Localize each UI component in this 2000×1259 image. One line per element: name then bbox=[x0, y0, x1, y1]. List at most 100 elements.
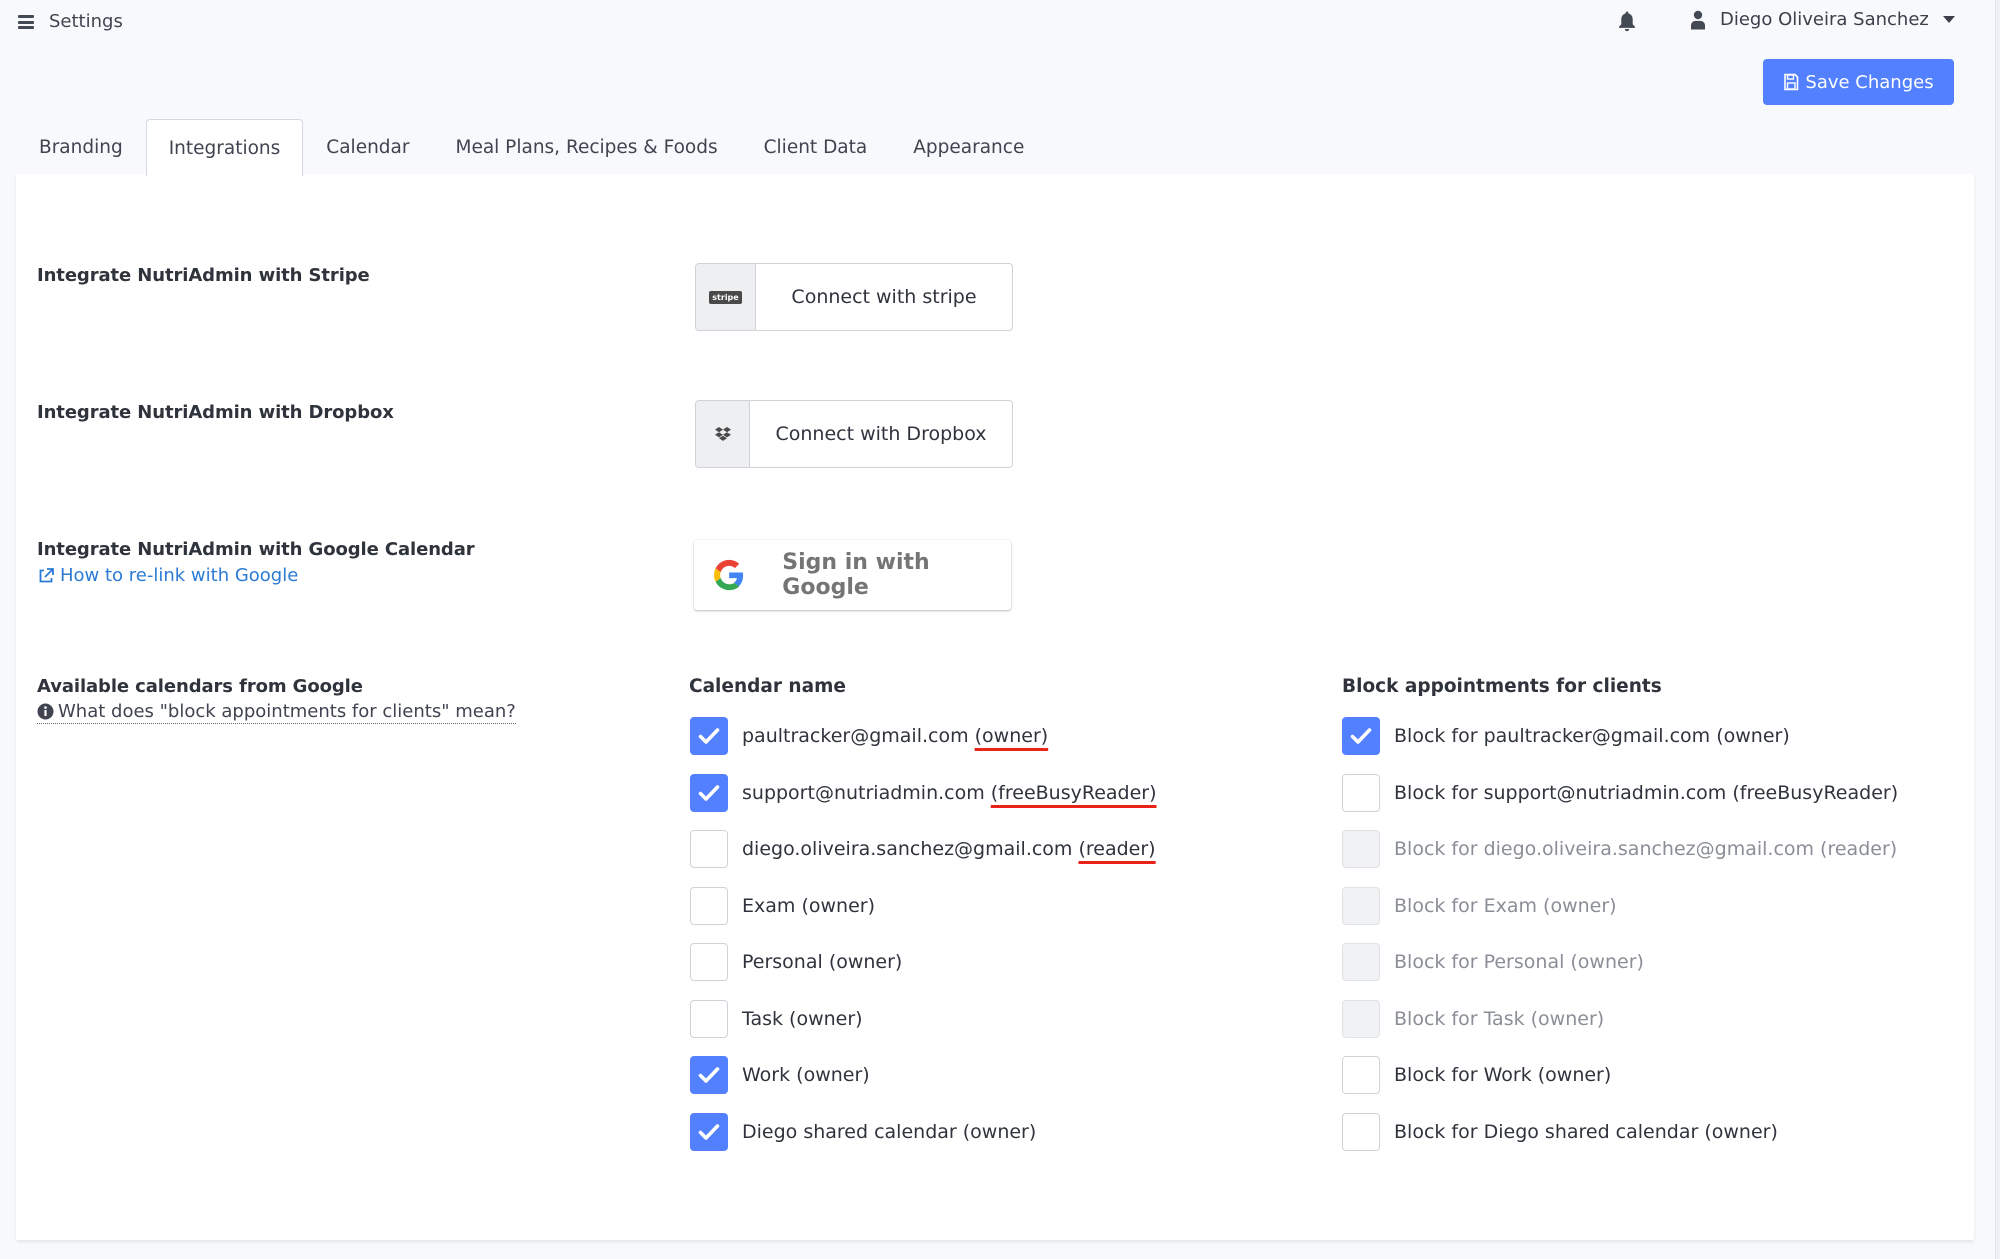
sign-in-with-google-label: Sign in with Google bbox=[782, 550, 930, 600]
block-row-work[interactable]: Block for Work (owner) bbox=[1342, 1056, 1611, 1094]
calendar-name: Task bbox=[742, 1008, 790, 1030]
checkmark-icon bbox=[698, 785, 720, 801]
checkmark-icon bbox=[698, 728, 720, 744]
calendar-row-paultracker-gmail-com[interactable]: paultracker@gmail.com (owner) bbox=[690, 717, 1048, 755]
tab-calendar[interactable]: Calendar bbox=[303, 119, 432, 175]
tab-meal-plans-recipes-foods[interactable]: Meal Plans, Recipes & Foods bbox=[432, 119, 740, 175]
calendar-name-header: Calendar name bbox=[689, 676, 846, 697]
tab-integrations[interactable]: Integrations bbox=[145, 119, 304, 176]
dropbox-logo-icon bbox=[714, 427, 731, 441]
settings-tabs: Branding Integrations Calendar Meal Plan… bbox=[16, 119, 1047, 176]
tab-branding[interactable]: Branding bbox=[16, 119, 146, 175]
calendar-name: Personal bbox=[742, 951, 829, 973]
calendar-checkbox[interactable] bbox=[690, 1056, 728, 1094]
user-name: Diego Oliveira Sanchez bbox=[1720, 9, 1929, 30]
dropbox-section-label: Integrate NutriAdmin with Dropbox bbox=[37, 402, 394, 423]
block-appointments-checkbox[interactable] bbox=[1342, 717, 1380, 755]
calendar-row-work[interactable]: Work (owner) bbox=[690, 1056, 870, 1094]
block-appointments-label: Block for diego.oliveira.sanchez@gmail.c… bbox=[1394, 838, 1898, 860]
block-appointments-label: Block for Diego shared calendar (owner) bbox=[1394, 1121, 1778, 1143]
calendar-role: (owner) bbox=[828, 951, 903, 973]
calendar-name: diego.oliveira.sanchez@gmail.com bbox=[742, 838, 1079, 860]
checkmark-icon bbox=[1350, 728, 1372, 744]
top-bar: Settings Diego Oliveira Sanchez bbox=[0, 0, 1995, 44]
save-changes-label: Save Changes bbox=[1805, 71, 1934, 93]
calendar-name-label: support@nutriadmin.com (freeBusyReader) bbox=[742, 782, 1157, 804]
connect-dropbox-button[interactable]: Connect with Dropbox bbox=[695, 400, 1013, 468]
block-row-exam: Block for Exam (owner) bbox=[1342, 887, 1617, 925]
block-row-personal: Block for Personal (owner) bbox=[1342, 943, 1644, 981]
stripe-section-label: Integrate NutriAdmin with Stripe bbox=[37, 265, 370, 286]
calendar-name: support@nutriadmin.com bbox=[742, 782, 991, 804]
calendar-checkbox[interactable] bbox=[690, 943, 728, 981]
calendar-checkbox[interactable] bbox=[690, 1113, 728, 1151]
calendar-role: (reader) bbox=[1078, 838, 1156, 860]
relink-google-label: How to re-link with Google bbox=[60, 565, 299, 586]
block-appointments-checkbox[interactable] bbox=[1342, 1113, 1380, 1151]
calendar-row-support-nutriadmin-com[interactable]: support@nutriadmin.com (freeBusyReader) bbox=[690, 774, 1157, 812]
block-appointments-label: Block for Task (owner) bbox=[1394, 1008, 1605, 1030]
calendar-row-personal[interactable]: Personal (owner) bbox=[690, 943, 902, 981]
calendar-role: (owner) bbox=[962, 1121, 1037, 1143]
calendar-role: (owner) bbox=[974, 725, 1049, 747]
notification-bell-icon[interactable] bbox=[1617, 10, 1637, 32]
block-appointments-help-link[interactable]: What does "block appointments for client… bbox=[37, 701, 516, 724]
block-appointments-label: Block for support@nutriadmin.com (freeBu… bbox=[1394, 782, 1899, 804]
calendar-checkbox[interactable] bbox=[690, 830, 728, 868]
user-icon bbox=[1691, 10, 1705, 29]
hamburger-menu-icon[interactable] bbox=[18, 15, 34, 29]
page-scrollbar[interactable] bbox=[1995, 0, 2000, 1259]
sign-in-with-google-button[interactable]: Sign in with Google bbox=[694, 540, 1011, 610]
block-appointments-checkbox[interactable] bbox=[1342, 774, 1380, 812]
floppy-disk-icon bbox=[1784, 73, 1799, 91]
calendar-name-label: paultracker@gmail.com (owner) bbox=[742, 725, 1048, 747]
calendar-checkbox[interactable] bbox=[690, 887, 728, 925]
block-appointments-label: Block for Work (owner) bbox=[1394, 1064, 1612, 1086]
block-appointments-checkbox bbox=[1342, 887, 1380, 925]
info-circle-icon bbox=[37, 703, 54, 720]
calendar-name-label: Task (owner) bbox=[742, 1008, 863, 1030]
calendar-checkbox[interactable] bbox=[690, 774, 728, 812]
calendar-row-diego-oliveira-sanchez-gmail-com[interactable]: diego.oliveira.sanchez@gmail.com (reader… bbox=[690, 830, 1156, 868]
calendar-name-label: Personal (owner) bbox=[742, 951, 902, 973]
calendar-row-task[interactable]: Task (owner) bbox=[690, 1000, 863, 1038]
block-appointments-checkbox[interactable] bbox=[1342, 1056, 1380, 1094]
calendar-name-label: Exam (owner) bbox=[742, 895, 875, 917]
connect-stripe-button[interactable]: stripe Connect with stripe bbox=[695, 263, 1013, 331]
available-calendars-label: Available calendars from Google bbox=[37, 676, 363, 697]
calendar-row-diego-shared-calendar[interactable]: Diego shared calendar (owner) bbox=[690, 1113, 1036, 1151]
block-row-support-nutriadmin-com[interactable]: Block for support@nutriadmin.com (freeBu… bbox=[1342, 774, 1898, 812]
block-row-diego-oliveira-sanchez-gmail-com: Block for diego.oliveira.sanchez@gmail.c… bbox=[1342, 830, 1897, 868]
block-appointments-label: Block for paultracker@gmail.com (owner) bbox=[1394, 725, 1790, 747]
google-logo-icon bbox=[714, 559, 744, 591]
stripe-logo-icon: stripe bbox=[709, 290, 742, 304]
calendar-name: Work bbox=[742, 1064, 797, 1086]
block-row-diego-shared-calendar[interactable]: Block for Diego shared calendar (owner) bbox=[1342, 1113, 1778, 1151]
calendar-role: (owner) bbox=[796, 1064, 870, 1086]
checkmark-icon bbox=[698, 1124, 720, 1140]
calendar-name-label: Work (owner) bbox=[742, 1064, 870, 1086]
relink-google-link[interactable]: How to re-link with Google bbox=[37, 565, 298, 586]
checkmark-icon bbox=[698, 1067, 720, 1083]
block-appointments-checkbox bbox=[1342, 830, 1380, 868]
user-menu[interactable]: Diego Oliveira Sanchez bbox=[1690, 9, 1955, 30]
calendar-checkbox[interactable] bbox=[690, 1000, 728, 1038]
connect-stripe-label: Connect with stripe bbox=[791, 286, 977, 308]
calendar-role: (owner) bbox=[789, 1008, 863, 1030]
block-appointments-checkbox bbox=[1342, 943, 1380, 981]
block-row-paultracker-gmail-com[interactable]: Block for paultracker@gmail.com (owner) bbox=[1342, 717, 1790, 755]
page-title: Settings bbox=[49, 11, 123, 32]
external-link-icon bbox=[39, 567, 54, 582]
google-calendar-section-label: Integrate NutriAdmin with Google Calenda… bbox=[37, 539, 475, 560]
calendar-name: Exam bbox=[742, 895, 802, 917]
calendar-name-label: Diego shared calendar (owner) bbox=[742, 1121, 1036, 1143]
calendar-row-exam[interactable]: Exam (owner) bbox=[690, 887, 875, 925]
save-changes-button[interactable]: Save Changes bbox=[1763, 59, 1954, 105]
block-appointments-help-label: What does "block appointments for client… bbox=[58, 701, 516, 722]
block-appointments-checkbox bbox=[1342, 1000, 1380, 1038]
calendar-name: Diego shared calendar bbox=[742, 1121, 963, 1143]
tab-appearance[interactable]: Appearance bbox=[890, 119, 1047, 175]
calendar-checkbox[interactable] bbox=[690, 717, 728, 755]
caret-down-icon bbox=[1942, 16, 1955, 23]
tab-client-data[interactable]: Client Data bbox=[741, 119, 891, 175]
